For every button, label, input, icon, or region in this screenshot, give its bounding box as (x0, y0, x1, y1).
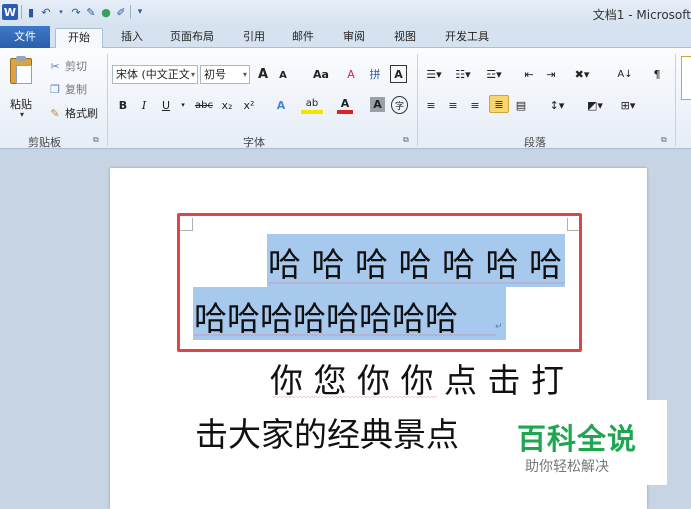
undo-dropdown-icon[interactable]: ▾ (55, 4, 67, 20)
show-marks-button[interactable]: ¶ (650, 65, 664, 83)
styles-gallery-edge[interactable] (681, 56, 691, 100)
align-right-button[interactable]: ≡ (467, 96, 483, 114)
redo-icon[interactable]: ↷ (70, 4, 82, 20)
bullets-button[interactable]: ☰▾ (423, 65, 445, 83)
font-launcher-icon[interactable]: ⧉ (403, 135, 409, 145)
underline-button[interactable]: U (159, 96, 173, 114)
watermark-logo: 百科全说 助你轻松解决 (505, 400, 667, 485)
qat-separator (21, 5, 22, 19)
group-separator (417, 54, 418, 146)
annotation-highlight-box (177, 213, 582, 352)
tab-mailings[interactable]: 邮件 (283, 28, 323, 48)
title-bar: W ▮ ↶ ▾ ↷ ✎ ● ✐ ▾ 文档1 - Microsoft (0, 0, 691, 26)
font-size-value: 初号 (204, 68, 226, 81)
copy-label: 复制 (65, 83, 87, 96)
qat-separator (130, 5, 131, 19)
ribbon-tab-row: 文件 开始 插入 页面布局 引用 邮件 审阅 视图 开发工具 (0, 26, 691, 49)
undo-icon[interactable]: ↶ (40, 4, 52, 20)
format-painter-qat-icon[interactable]: ✎ (85, 4, 97, 20)
font-name-field[interactable]: 宋体 (中文正文 ▾ (112, 65, 198, 84)
document-line-4[interactable]: 击大家的经典景点 (195, 408, 459, 456)
tab-references[interactable]: 引用 (234, 28, 274, 48)
align-left-button[interactable]: ≡ (423, 96, 439, 114)
cut-label: 剪切 (65, 60, 87, 73)
paragraph-group-label: 段落 (524, 136, 546, 149)
clipboard-group-label: 剪贴板 (28, 136, 61, 149)
quick-access-toolbar: W ▮ ↶ ▾ ↷ ✎ ● ✐ ▾ (2, 3, 146, 21)
paste-icon[interactable] (8, 56, 36, 86)
justify-button[interactable]: ≣ (489, 95, 509, 113)
increase-indent-button[interactable]: ⇥ (543, 65, 559, 83)
sort-button[interactable]: A↓ (616, 65, 634, 83)
phonetic-guide-button[interactable]: 拼 (365, 65, 385, 83)
change-case-button[interactable]: Aa (308, 65, 334, 83)
watermark-title: 百科全说 (517, 422, 638, 456)
brush-icon: ✎ (50, 106, 60, 120)
bold-button[interactable]: B (116, 96, 130, 114)
grow-font-button[interactable]: A (254, 65, 272, 83)
copy-button[interactable]: ❐ 复制 (48, 81, 87, 97)
line-spacing-button[interactable]: ↕▾ (544, 96, 570, 114)
format-painter-button[interactable]: ✎ 格式刷 (48, 105, 98, 121)
underline-dropdown-icon[interactable]: ▾ (178, 96, 188, 114)
tab-page-layout[interactable]: 页面布局 (160, 28, 224, 48)
text-effects-button[interactable]: A (272, 96, 290, 114)
font-color-button[interactable]: A (337, 96, 353, 114)
char-shading-button[interactable]: A (370, 97, 385, 112)
numbering-button[interactable]: ☷▾ (452, 65, 474, 83)
decrease-indent-button[interactable]: ⇤ (521, 65, 537, 83)
format-painter-label: 格式刷 (65, 107, 98, 120)
tab-file[interactable]: 文件 (0, 26, 50, 48)
color-icon[interactable]: ● (100, 4, 112, 20)
tab-review[interactable]: 审阅 (334, 28, 374, 48)
group-separator (675, 54, 676, 146)
subscript-button[interactable]: x₂ (218, 96, 236, 114)
save-icon[interactable]: ▮ (25, 4, 37, 20)
font-name-value: 宋体 (中文正文 (116, 68, 190, 81)
spell-check-underline (272, 396, 437, 399)
group-separator (107, 54, 108, 146)
copy-icon: ❐ (50, 82, 60, 96)
highlight-button[interactable]: ab (301, 96, 323, 114)
paste-dropdown-icon[interactable]: ▾ (20, 110, 24, 119)
enclose-chars-button[interactable]: 字 (391, 96, 408, 114)
align-center-button[interactable]: ≡ (445, 96, 461, 114)
tab-home[interactable]: 开始 (55, 28, 103, 49)
asian-layout-button[interactable]: ✖▾ (568, 65, 596, 83)
window-title: 文档1 - Microsoft (592, 8, 691, 22)
shading-button[interactable]: ◩▾ (582, 96, 608, 114)
superscript-button[interactable]: x² (240, 96, 258, 114)
paragraph-launcher-icon[interactable]: ⧉ (661, 135, 667, 145)
scissors-icon: ✂ (50, 59, 60, 73)
watermark-subtitle: 助你轻松解决 (525, 459, 609, 475)
strikethrough-button[interactable]: abc (193, 96, 215, 114)
tab-developer[interactable]: 开发工具 (437, 28, 497, 48)
ribbon: 粘贴 ▾ ✂ 剪切 ❐ 复制 ✎ 格式刷 剪贴板 ⧉ 宋体 (中文正文 ▾ 初号 ▾… (0, 48, 691, 149)
clear-format-button[interactable]: A (342, 65, 360, 83)
multilevel-list-button[interactable]: ☲▾ (481, 65, 507, 83)
clipboard-launcher-icon[interactable]: ⧉ (93, 135, 99, 145)
font-group-label: 字体 (243, 136, 265, 149)
chevron-down-icon: ▾ (242, 70, 247, 79)
shrink-font-button[interactable]: A (275, 66, 291, 84)
distributed-button[interactable]: ▤ (513, 96, 529, 114)
document-line-3[interactable]: 你 您 你 你 点 击 打 (270, 354, 564, 402)
cut-button[interactable]: ✂ 剪切 (48, 58, 87, 74)
char-border-button[interactable]: A (390, 65, 407, 83)
italic-button[interactable]: I (137, 96, 151, 114)
borders-button[interactable]: ⊞▾ (615, 96, 641, 114)
font-size-field[interactable]: 初号 ▾ (200, 65, 250, 84)
tab-insert[interactable]: 插入 (112, 28, 152, 48)
tab-view[interactable]: 视图 (385, 28, 425, 48)
chevron-down-icon: ▾ (190, 70, 195, 79)
word-logo-icon[interactable]: W (2, 4, 18, 20)
customize-qat-icon[interactable]: ▾ (134, 4, 146, 20)
draw-icon[interactable]: ✐ (115, 4, 127, 20)
